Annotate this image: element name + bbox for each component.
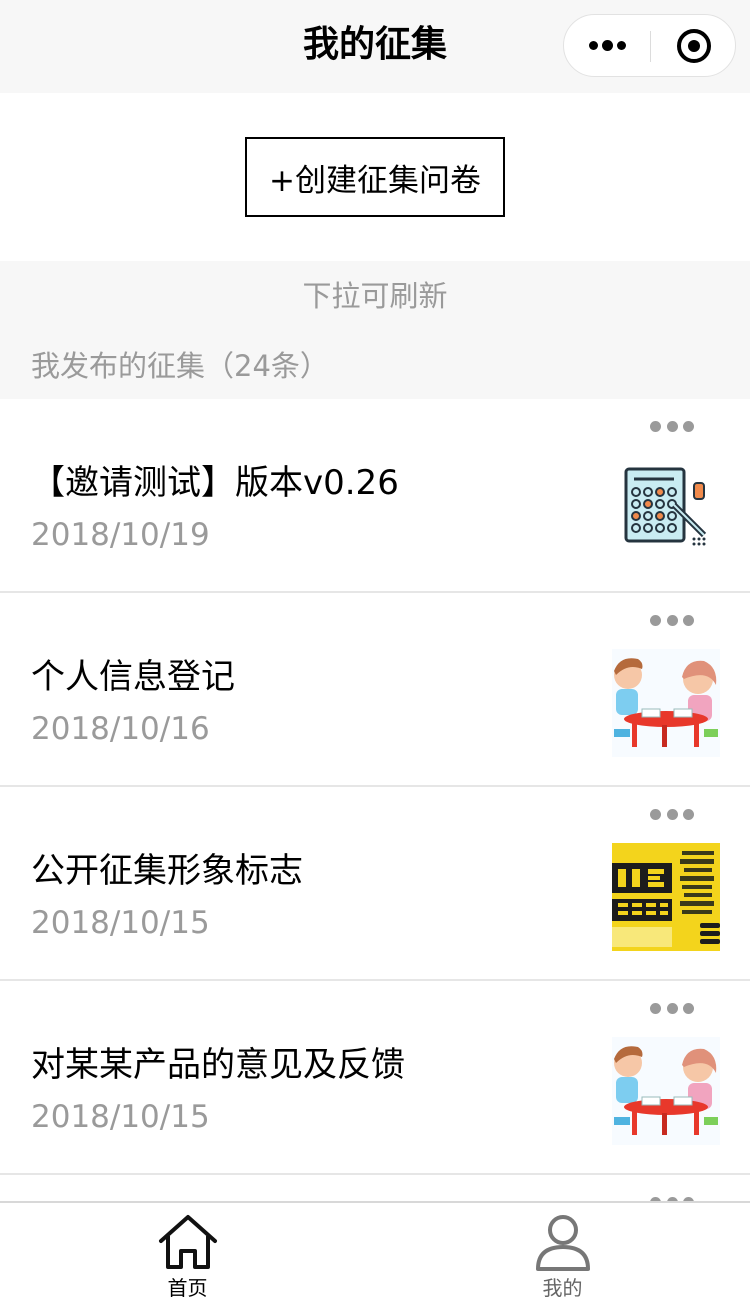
target-close-icon[interactable] (651, 15, 736, 76)
item-date: 2018/10/15 (31, 905, 210, 941)
item-date: 2018/10/16 (31, 711, 210, 747)
more-dots-icon[interactable] (564, 15, 650, 76)
pull-to-refresh-hint: 下拉可刷新 (302, 279, 448, 313)
tab-me[interactable]: 我的 (375, 1203, 750, 1299)
mini-program-capsule (563, 14, 736, 77)
more-options-icon[interactable] (644, 997, 700, 1019)
kids-illustration-thumbnail (612, 649, 720, 757)
user-icon (536, 1215, 590, 1271)
item-date: 2018/10/15 (31, 1099, 210, 1135)
kids-illustration-thumbnail (612, 1037, 720, 1145)
more-options-icon[interactable] (644, 609, 700, 631)
list-item[interactable]: 公开征集形象标志 2018/10/15 (0, 787, 750, 981)
item-title: 公开征集形象标志 (31, 851, 303, 891)
survey-list: 【邀请测试】版本v0.26 2018/10/19 个人信息登记 2018/10/… (0, 399, 750, 1208)
section-title: 我发布的征集（24条） (31, 349, 329, 383)
create-survey-button[interactable]: +创建征集问卷 (245, 137, 505, 217)
ideas-poster-thumbnail (612, 843, 720, 951)
tab-bar: 首页 我的 (0, 1201, 750, 1299)
tab-home[interactable]: 首页 (0, 1203, 375, 1299)
more-options-icon[interactable] (644, 803, 700, 825)
create-area: +创建征集问卷 (0, 93, 750, 261)
tab-label: 首页 (167, 1276, 208, 1299)
list-item[interactable]: 对某某产品的意见及反馈 2018/10/15 (0, 981, 750, 1175)
item-title: 【邀请测试】版本v0.26 (31, 463, 399, 503)
calculator-thumbnail (612, 455, 720, 563)
list-item[interactable]: 个人信息登记 2018/10/16 (0, 593, 750, 787)
list-header: 下拉可刷新 我发布的征集（24条） (0, 261, 750, 399)
more-options-icon[interactable] (644, 415, 700, 437)
item-title: 对某某产品的意见及反馈 (31, 1045, 405, 1085)
list-item[interactable]: 【邀请测试】版本v0.26 2018/10/19 (0, 399, 750, 593)
home-icon (159, 1215, 217, 1269)
tab-label: 我的 (542, 1276, 583, 1299)
item-date: 2018/10/19 (31, 517, 210, 553)
navigation-bar: 我的征集 (0, 0, 750, 93)
item-title: 个人信息登记 (31, 657, 235, 697)
